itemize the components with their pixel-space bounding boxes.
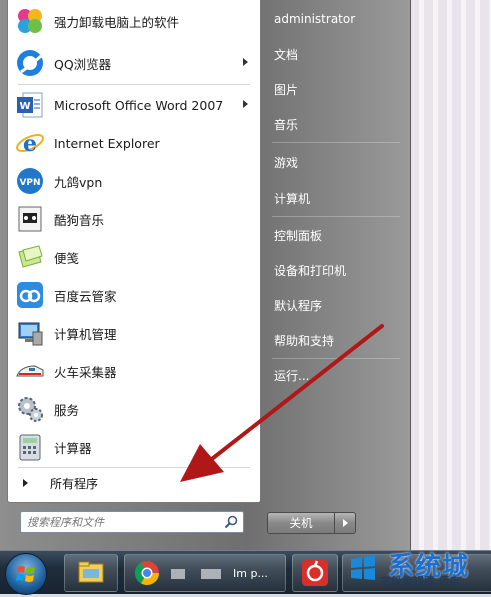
qq-browser-icon [14,47,46,79]
right-item-label: 默认程序 [274,298,323,313]
services-gear-icon [14,393,46,425]
svg-text:W: W [19,101,30,112]
control-panel-link[interactable]: 控制面板 [268,221,404,249]
shutdown-control: 关机 [267,512,357,534]
program-item-services[interactable]: 服务 [12,391,256,427]
program-item-word[interactable]: W Microsoft Office Word 2007 [12,87,256,123]
watermark-icon [351,554,375,580]
taskbar-chrome-window[interactable]: Im p... [124,554,286,592]
program-item-baidu-cloud[interactable]: 百度云管家 [12,277,256,313]
all-programs-label: 所有程序 [50,476,99,491]
right-item-label: 音乐 [274,117,299,132]
separator [18,467,250,468]
program-label: 火车采集器 [54,364,117,380]
windows-logo-icon [16,566,35,582]
program-item-uninstaller[interactable]: 强力卸载电脑上的软件 [12,3,256,39]
music-link[interactable]: 音乐 [268,110,404,138]
program-item-train-collector[interactable]: 火车采集器 [12,353,256,389]
search-box[interactable] [20,511,244,533]
program-label: Internet Explorer [54,135,160,151]
submenu-arrow-icon [243,58,248,66]
program-item-qq-browser[interactable]: QQ浏览器 [12,45,256,81]
program-label: 计算机管理 [54,326,117,342]
kugou-icon [14,203,46,235]
search-input[interactable] [25,513,219,531]
user-name-link[interactable]: administrator [268,5,404,33]
baidu-cloud-icon [14,279,46,311]
program-item-sticky-notes[interactable]: 便笺 [12,239,256,275]
program-label: 九鸽vpn [54,174,103,190]
blurred-text [201,569,221,579]
right-item-label: 文档 [274,47,299,62]
program-label: 便笺 [54,250,80,266]
desktop-background [410,0,491,550]
search-icon[interactable] [223,514,239,530]
computer-management-icon [14,317,46,349]
program-label: QQ浏览器 [54,56,112,72]
right-item-label: administrator [274,12,356,26]
calculator-icon [14,431,46,463]
programs-panel: 强力卸载电脑上的软件 QQ浏览器 W Microsoft Office Word… [7,0,261,503]
all-programs-button[interactable]: 所有程序 [12,472,256,494]
right-item-label: 游戏 [274,155,299,170]
vpn-icon: VPN [14,165,46,197]
program-item-vpn[interactable]: VPN 九鸽vpn [12,163,256,199]
right-item-label: 图片 [274,82,299,97]
right-item-label: 运行... [274,368,310,383]
computer-link[interactable]: 计算机 [268,184,404,212]
right-item-label: 控制面板 [274,228,323,243]
right-item-label: 计算机 [274,191,311,206]
word-icon: W [14,89,46,121]
help-support-link[interactable]: 帮助和支持 [268,326,404,354]
taskbar-file-explorer[interactable] [64,554,118,592]
submenu-arrow-icon [243,100,248,108]
file-explorer-icon [78,561,104,583]
shutdown-options-button[interactable] [335,512,356,534]
default-programs-link[interactable]: 默认程序 [268,291,404,319]
internet-explorer-icon: e [14,127,46,159]
chevron-right-icon [342,519,348,527]
program-item-computer-management[interactable]: 计算机管理 [12,315,256,351]
separator [272,358,400,359]
games-link[interactable]: 游戏 [268,148,404,176]
program-label: 强力卸载电脑上的软件 [54,14,180,30]
taskbar-netease-music[interactable] [292,554,338,592]
start-menu: 强力卸载电脑上的软件 QQ浏览器 W Microsoft Office Word… [0,0,411,550]
program-item-internet-explorer[interactable]: e Internet Explorer [12,125,256,161]
separator [272,142,400,143]
svg-text:e: e [23,131,37,157]
chrome-window-title: Im p... [233,567,268,580]
program-label: 百度云管家 [54,288,117,304]
netease-music-icon [302,560,328,586]
expand-arrow-icon [23,479,28,487]
program-label: 服务 [54,402,80,418]
start-button[interactable] [5,553,47,595]
separator [18,84,250,85]
blurred-text [171,569,185,579]
devices-printers-link[interactable]: 设备和打印机 [268,256,404,284]
right-item-label: 设备和打印机 [274,263,347,278]
program-label: 酷狗音乐 [54,212,105,228]
program-label: Microsoft Office Word 2007 [54,97,224,113]
watermark-subtext: 高级编辑器 佰度... [380,575,471,588]
pictures-link[interactable]: 图片 [268,75,404,103]
separator [272,216,400,217]
chrome-icon [135,561,159,586]
program-item-calculator[interactable]: 计算器 [12,429,256,465]
sticky-notes-icon [14,241,46,273]
pinwheel-icon [14,5,46,37]
shutdown-button[interactable]: 关机 [267,512,335,534]
train-icon [14,355,46,387]
run-link[interactable]: 运行... [268,361,404,389]
program-label: 计算器 [54,440,92,456]
documents-link[interactable]: 文档 [268,40,404,68]
program-item-kugou[interactable]: 酷狗音乐 [12,201,256,237]
right-item-label: 帮助和支持 [274,333,335,348]
svg-text:VPN: VPN [19,178,40,188]
